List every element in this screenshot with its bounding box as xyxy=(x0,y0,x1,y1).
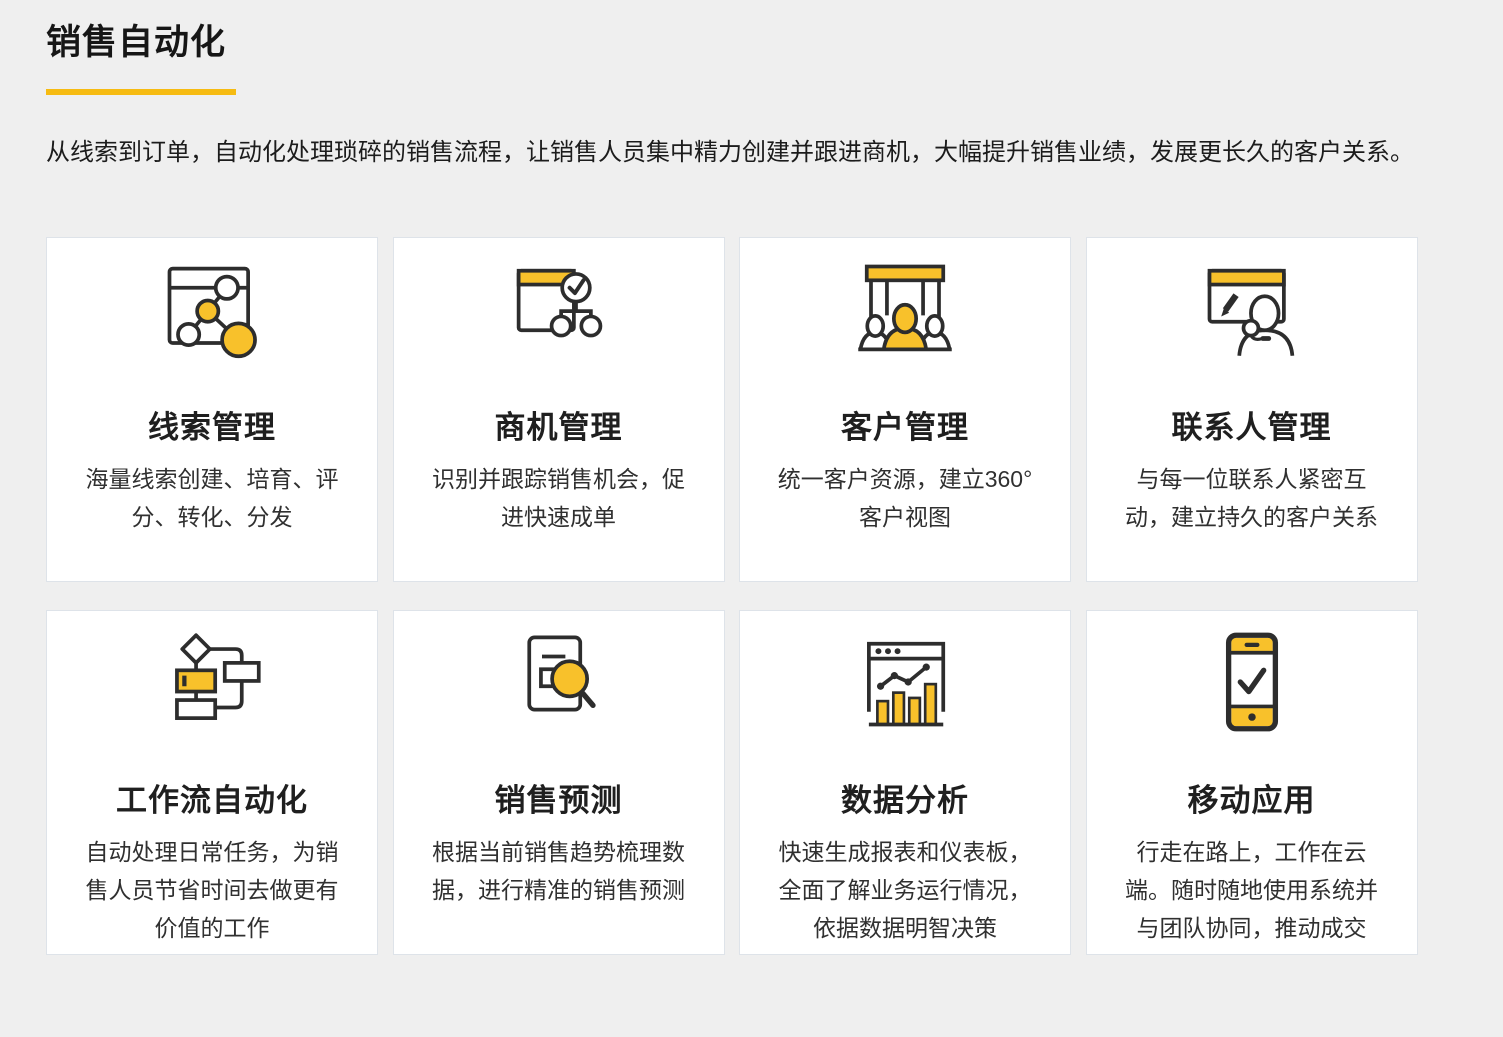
feature-card-lead-management: 线索管理 海量线索创建、培育、评分、转化、分发 xyxy=(46,237,378,582)
feature-card-title: 客户管理 xyxy=(768,408,1042,448)
feature-card-sales-forecast: 销售预测 根据当前销售趋势梳理数据，进行精准的销售预测 xyxy=(393,610,725,955)
sales-automation-section: 销售自动化 从线索到订单，自动化处理琐碎的销售流程，让销售人员集中精力创建并跟进… xyxy=(0,0,1503,955)
customer-group-icon xyxy=(768,260,1042,358)
feature-card-data-analysis: 数据分析 快速生成报表和仪表板，全面了解业务运行情况，依据数据明智决策 xyxy=(739,610,1071,955)
section-description: 从线索到订单，自动化处理琐碎的销售流程，让销售人员集中精力创建并跟进商机，大幅提… xyxy=(46,129,1446,177)
feature-card-title: 商机管理 xyxy=(422,408,696,448)
feature-card-description: 快速生成报表和仪表板，全面了解业务运行情况，依据数据明智决策 xyxy=(768,834,1042,948)
feature-card-description: 自动处理日常任务，为销售人员节省时间去做更有价值的工作 xyxy=(75,834,349,948)
feature-card-opportunity-management: 商机管理 识别并跟踪销售机会，促进快速成单 xyxy=(393,237,725,582)
feature-card-grid: 线索管理 海量线索创建、培育、评分、转化、分发 商机管理 识别并跟踪销售机会，促… xyxy=(46,237,1457,955)
feature-card-description: 根据当前销售趋势梳理数据，进行精准的销售预测 xyxy=(422,834,696,910)
feature-card-description: 行走在路上，工作在云端。随时随地使用系统并与团队协同，推动成交 xyxy=(1115,834,1389,948)
feature-card-title: 销售预测 xyxy=(422,781,696,821)
feature-card-contact-management: 联系人管理 与每一位联系人紧密互动，建立持久的客户关系 xyxy=(1086,237,1418,582)
forecast-magnifier-icon xyxy=(422,633,696,731)
lead-network-icon xyxy=(75,260,349,358)
analytics-chart-icon xyxy=(768,633,1042,731)
feature-card-description: 识别并跟踪销售机会，促进快速成单 xyxy=(422,461,696,537)
feature-card-title: 工作流自动化 xyxy=(75,781,349,821)
feature-card-title: 数据分析 xyxy=(768,781,1042,821)
feature-card-workflow-automation: 工作流自动化 自动处理日常任务，为销售人员节省时间去做更有价值的工作 xyxy=(46,610,378,955)
feature-card-title: 移动应用 xyxy=(1115,781,1389,821)
contact-agent-icon xyxy=(1115,260,1389,358)
mobile-app-icon xyxy=(1115,633,1389,731)
title-underline xyxy=(46,89,236,95)
feature-card-description: 统一客户资源，建立360°客户视图 xyxy=(768,461,1042,537)
page-title: 销售自动化 xyxy=(46,20,1457,66)
feature-card-description: 海量线索创建、培育、评分、转化、分发 xyxy=(75,461,349,537)
feature-card-customer-management: 客户管理 统一客户资源，建立360°客户视图 xyxy=(739,237,1071,582)
feature-card-title: 线索管理 xyxy=(75,408,349,448)
workflow-flowchart-icon xyxy=(75,633,349,731)
opportunity-check-flow-icon xyxy=(422,260,696,358)
feature-card-mobile-app: 移动应用 行走在路上，工作在云端。随时随地使用系统并与团队协同，推动成交 xyxy=(1086,610,1418,955)
feature-card-description: 与每一位联系人紧密互动，建立持久的客户关系 xyxy=(1115,461,1389,537)
feature-card-title: 联系人管理 xyxy=(1115,408,1389,448)
